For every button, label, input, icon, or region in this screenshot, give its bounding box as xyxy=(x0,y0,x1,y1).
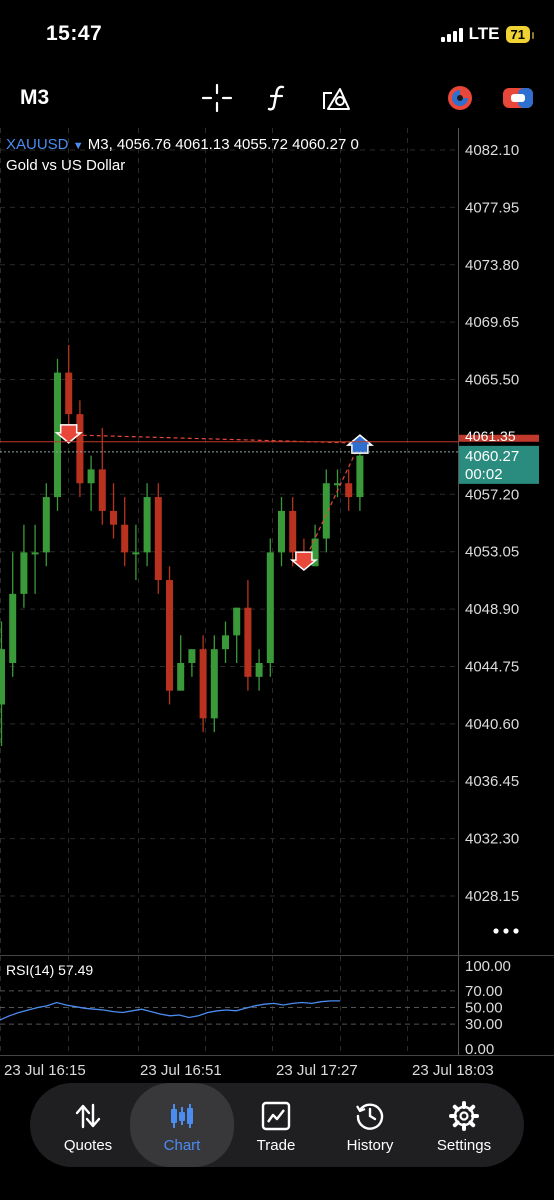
one-click-trading-icon[interactable] xyxy=(444,84,476,112)
candle-body xyxy=(143,497,151,553)
candle-body xyxy=(188,649,196,664)
settings-gear-icon xyxy=(449,1101,479,1131)
nav-label: Quotes xyxy=(63,1137,113,1154)
sell-arrow-icon xyxy=(289,551,318,572)
candle-body xyxy=(199,649,207,719)
candle-body xyxy=(31,552,39,555)
candle-body xyxy=(322,483,330,539)
history-clock-icon xyxy=(356,1103,384,1130)
nav-quotes[interactable]: Quotes xyxy=(40,1083,136,1167)
price-tick-label: 4053.05 xyxy=(465,544,519,561)
bottom-navigation: Quotes Chart Trade History Settings xyxy=(30,1083,524,1167)
symbol-description: Gold vs US Dollar xyxy=(6,157,126,174)
price-tick-label: 4057.20 xyxy=(465,486,519,503)
nav-history[interactable]: History xyxy=(322,1083,418,1167)
time-tick-label: 23 Jul 18:03 xyxy=(412,1062,494,1079)
candle-body xyxy=(233,607,241,636)
more-dots-icon[interactable] xyxy=(493,928,519,934)
trading-toggle-icon[interactable] xyxy=(502,85,534,111)
candle-body xyxy=(244,607,252,677)
chart-candles-icon xyxy=(171,1104,193,1128)
more-dot xyxy=(503,928,509,934)
rsi-tick-label: 50.00 xyxy=(465,1000,503,1017)
candle-body xyxy=(9,593,17,664)
candle-body xyxy=(42,497,50,553)
network-type: LTE xyxy=(468,24,500,43)
time-tick-label: 23 Jul 16:51 xyxy=(140,1062,222,1079)
chart-info-line: XAUUSD ▼ M3, 4056.76 4061.13 4055.72 406… xyxy=(6,136,359,153)
rsi-tick-label: 100.00 xyxy=(465,958,511,975)
candle-body xyxy=(132,552,140,555)
nav-label: Settings xyxy=(436,1137,492,1154)
nav-label: History xyxy=(346,1137,394,1154)
symbol-name[interactable]: XAUUSD xyxy=(6,136,69,153)
price-tick-label: 4044.75 xyxy=(465,658,519,675)
candle-body xyxy=(278,510,285,553)
symbol-dropdown-icon[interactable]: ▼ xyxy=(73,140,84,152)
rsi-tick-label: 70.00 xyxy=(465,983,503,1000)
candle-body xyxy=(166,580,173,691)
candle-body xyxy=(98,469,106,511)
crosshair-icon[interactable] xyxy=(201,83,233,113)
price-tick-label: 4077.95 xyxy=(465,199,519,216)
trade-chart-icon xyxy=(261,1101,291,1131)
price-tick-label: 4028.15 xyxy=(465,888,519,905)
price-tick-label: 4048.90 xyxy=(465,601,519,618)
candle-body xyxy=(255,663,263,677)
price-tick-label: 4069.65 xyxy=(465,314,519,331)
candle-body xyxy=(154,497,162,581)
price-tick-label: 4065.50 xyxy=(465,372,519,389)
ohlc-values: M3, 4056.76 4061.13 4055.72 4060.27 0 xyxy=(87,136,359,153)
rsi-tick-label: 0.00 xyxy=(465,1041,494,1056)
function-icon[interactable] xyxy=(262,83,294,113)
candle-body xyxy=(210,649,218,719)
price-tick-label: 4036.45 xyxy=(465,773,519,790)
objects-icon[interactable] xyxy=(320,83,352,113)
bar-countdown: 00:02 xyxy=(465,466,503,483)
candle-body xyxy=(65,372,73,415)
candle-body xyxy=(20,552,28,594)
candle-body xyxy=(121,524,129,553)
candle-body xyxy=(110,510,117,525)
candle-body xyxy=(266,552,274,664)
status-time: 15:47 xyxy=(46,22,103,45)
price-tick-label: 4082.10 xyxy=(465,142,519,159)
rsi-line xyxy=(0,1000,340,1021)
bid-price-label: 4060.27 xyxy=(465,448,519,465)
candle-body xyxy=(356,455,364,498)
candle-body xyxy=(289,510,297,553)
more-dot xyxy=(513,928,519,934)
time-tick-label: 23 Jul 16:15 xyxy=(4,1062,86,1079)
ask-price-label: 4061.35 xyxy=(465,428,516,444)
time-tick-label: 23 Jul 17:27 xyxy=(276,1062,358,1079)
candle-body xyxy=(345,483,353,498)
nav-trade[interactable]: Trade xyxy=(228,1083,324,1167)
nav-chart[interactable]: Chart xyxy=(130,1083,234,1167)
signal-icon xyxy=(440,26,463,42)
nav-label: Chart xyxy=(163,1137,201,1154)
candle-body xyxy=(76,414,84,484)
candle-body xyxy=(177,663,185,691)
nav-settings[interactable]: Settings xyxy=(416,1083,512,1167)
price-chart[interactable]: 4082.10 4077.95 4073.80 4069.65 4065.50 4057.… xyxy=(0,128,554,956)
price-tick-label: 4040.60 xyxy=(465,716,519,733)
status-indicators: LTE 71 xyxy=(440,24,535,44)
price-tick-label: 4073.80 xyxy=(465,257,519,274)
buy-arrow-icon xyxy=(345,434,374,454)
timeframe-button[interactable]: M3 xyxy=(20,86,49,110)
more-dot xyxy=(493,928,499,934)
candle-body xyxy=(87,469,95,484)
quotes-arrows-icon xyxy=(75,1103,101,1129)
rsi-tick-label: 30.00 xyxy=(465,1016,503,1033)
nav-label: Trade xyxy=(256,1137,296,1154)
candle-body xyxy=(0,649,5,705)
battery-icon: 71 xyxy=(505,25,535,43)
rsi-label: RSI(14) 57.49 xyxy=(6,962,94,978)
candle-body xyxy=(222,635,229,650)
price-tick-label: 4032.30 xyxy=(465,831,519,848)
